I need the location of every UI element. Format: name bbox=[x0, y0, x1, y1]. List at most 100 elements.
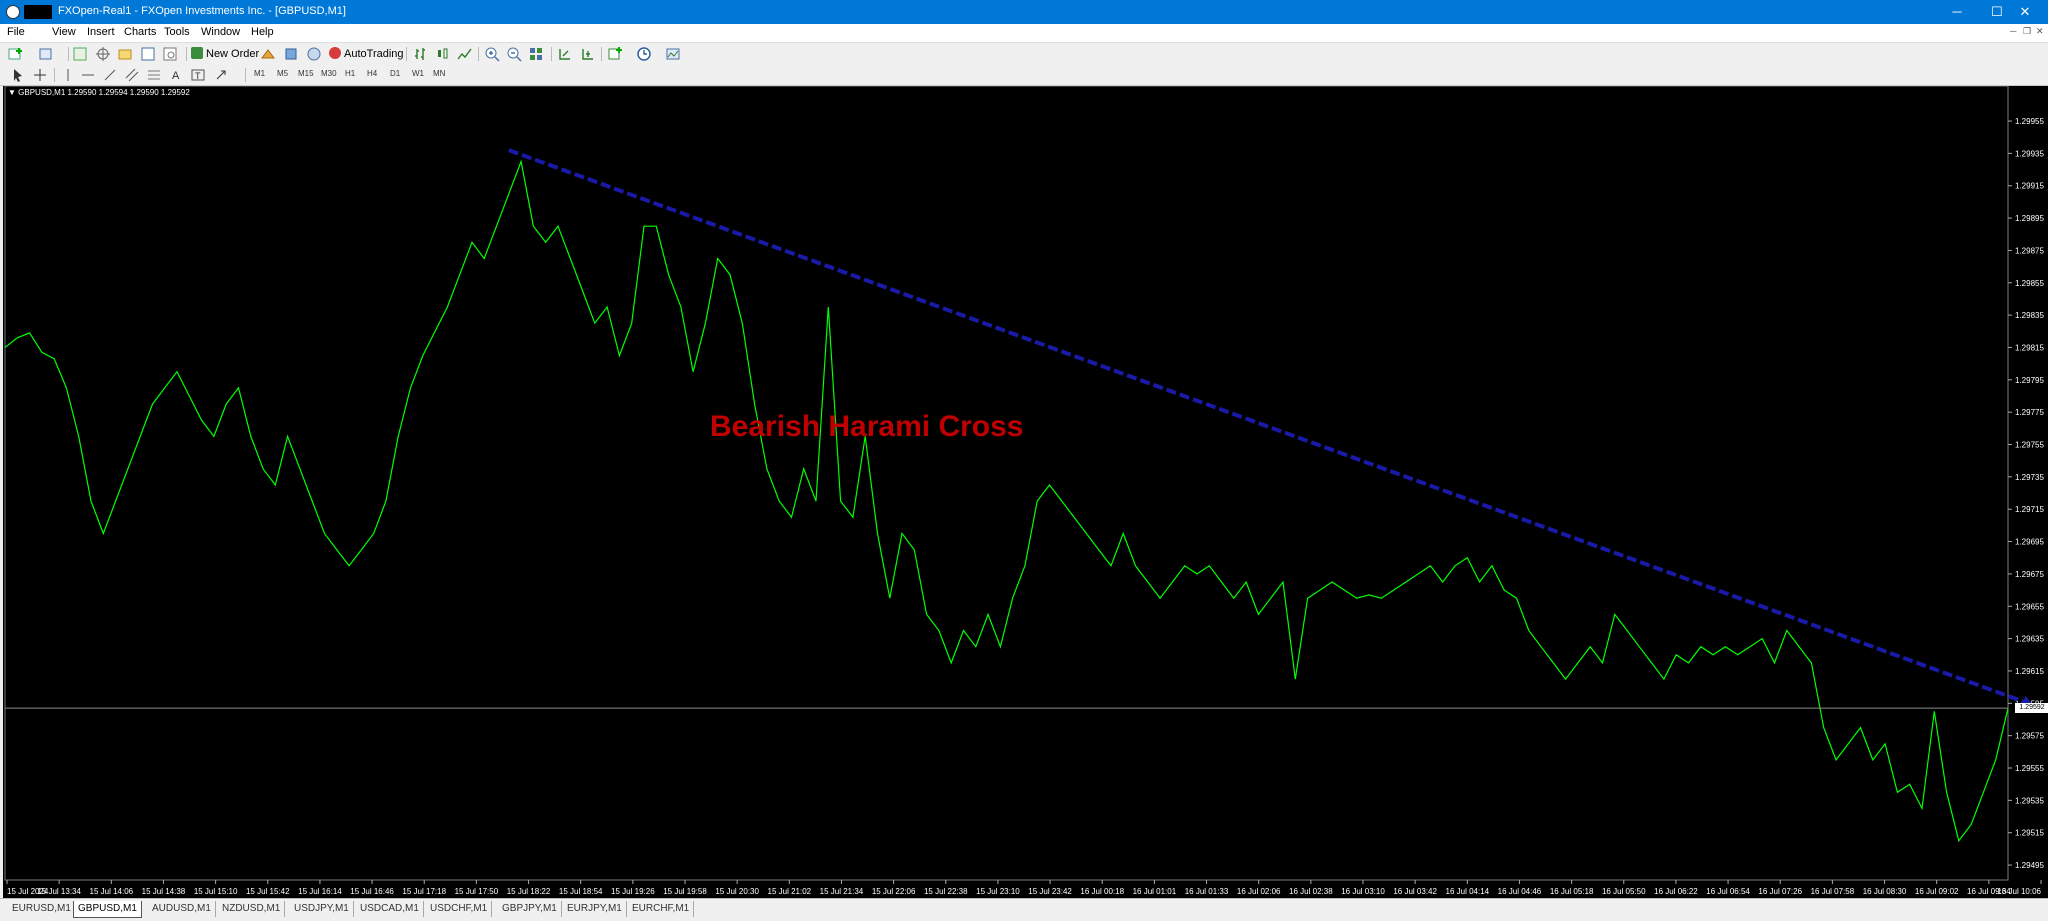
x-tick-label: 15 Jul 21:34 bbox=[820, 887, 864, 896]
x-tick-label: 16 Jul 06:54 bbox=[1706, 887, 1750, 896]
x-tick-label: 15 Jul 13:34 bbox=[37, 887, 81, 896]
x-tick-label: 15 Jul 23:10 bbox=[976, 887, 1020, 896]
separator bbox=[245, 68, 246, 82]
signals-icon[interactable] bbox=[260, 46, 276, 62]
profiles-icon[interactable] bbox=[38, 46, 54, 62]
bar-chart-icon[interactable] bbox=[413, 46, 429, 62]
menu-help[interactable]: Help bbox=[251, 26, 274, 38]
y-tick-label: 1.29535 bbox=[2015, 796, 2044, 805]
tab-eurusd[interactable]: EURUSD,M1 bbox=[8, 901, 76, 917]
chart-shift-icon[interactable] bbox=[580, 46, 596, 62]
new-order-label: New Order bbox=[206, 48, 260, 60]
x-tick-label: 15 Jul 19:26 bbox=[611, 887, 655, 896]
x-tick-label: 16 Jul 02:06 bbox=[1237, 887, 1281, 896]
trendline-icon[interactable] bbox=[102, 67, 118, 83]
y-tick-label: 1.29755 bbox=[2015, 441, 2044, 450]
text-tool-icon[interactable]: A bbox=[168, 67, 184, 83]
title-bar: FXOpen-Real1 - FXOpen Investments Inc. -… bbox=[0, 0, 2048, 24]
y-tick-label: 1.29515 bbox=[2015, 829, 2044, 838]
x-tick-label: 16 Jul 05:18 bbox=[1550, 887, 1594, 896]
periods-icon[interactable] bbox=[636, 46, 652, 62]
pattern-annotation[interactable]: Bearish Harami Cross bbox=[710, 410, 1023, 443]
tab-eurjpy[interactable]: EURJPY,M1 bbox=[563, 901, 627, 917]
zoom-out-icon[interactable] bbox=[506, 46, 522, 62]
fibonacci-icon[interactable] bbox=[146, 67, 162, 83]
close-button[interactable]: ✕ bbox=[2002, 0, 2048, 24]
equidistant-channel-icon[interactable] bbox=[124, 67, 140, 83]
indicators-icon[interactable] bbox=[607, 46, 623, 62]
menu-insert[interactable]: Insert bbox=[87, 26, 115, 38]
market-icon[interactable] bbox=[283, 46, 299, 62]
separator bbox=[54, 68, 55, 82]
tile-windows-icon[interactable] bbox=[528, 46, 544, 62]
chart-window[interactable]: ▼ GBPUSD,M1 1.29590 1.29594 1.29590 1.29… bbox=[3, 86, 2048, 898]
line-chart-icon[interactable] bbox=[457, 46, 473, 62]
candlestick-chart-icon[interactable] bbox=[435, 46, 451, 62]
tab-usdjpy[interactable]: USDJPY,M1 bbox=[290, 901, 354, 917]
tab-usdcad[interactable]: USDCAD,M1 bbox=[356, 901, 424, 917]
y-tick-label: 1.29915 bbox=[2015, 182, 2044, 191]
tab-gbpusd[interactable]: GBPUSD,M1 bbox=[73, 901, 142, 918]
mdi-close-icon[interactable]: ✕ bbox=[2036, 26, 2044, 37]
x-tick-label: 16 Jul 07:26 bbox=[1758, 887, 1802, 896]
vertical-line-icon[interactable] bbox=[60, 67, 76, 83]
y-tick-label: 1.29695 bbox=[2015, 538, 2044, 547]
timeframe-m5[interactable]: M5 bbox=[277, 69, 288, 78]
tab-eurchf[interactable]: EURCHF,M1 bbox=[628, 901, 695, 917]
x-tick-label: 16 Jul 01:33 bbox=[1185, 887, 1229, 896]
timeframe-m15[interactable]: M15 bbox=[298, 69, 314, 78]
menu-window[interactable]: Window bbox=[201, 26, 240, 38]
tab-gbpjpy[interactable]: GBPJPY,M1 bbox=[498, 901, 562, 917]
y-tick-label: 1.29575 bbox=[2015, 732, 2044, 741]
mdi-minimize-icon[interactable]: ─ bbox=[2010, 26, 2016, 36]
menu-view[interactable]: View bbox=[52, 26, 76, 38]
menu-tools[interactable]: Tools bbox=[164, 26, 190, 38]
templates-icon[interactable] bbox=[665, 46, 681, 62]
vps-icon[interactable] bbox=[306, 46, 322, 62]
tab-audusd[interactable]: AUDUSD,M1 bbox=[148, 901, 216, 917]
x-tick-label: 16 Jul 07:58 bbox=[1811, 887, 1855, 896]
timeframe-h1[interactable]: H1 bbox=[345, 69, 355, 78]
tab-nzdusd[interactable]: NZDUSD,M1 bbox=[218, 901, 286, 917]
new-order-icon bbox=[191, 47, 203, 59]
terminal-icon[interactable] bbox=[140, 46, 156, 62]
timeframe-h4[interactable]: H4 bbox=[367, 69, 377, 78]
timeframe-w1[interactable]: W1 bbox=[412, 69, 424, 78]
price-chart[interactable]: 1.29955 1.29935 1.29915 1.29895 1.29875 1.298… bbox=[3, 86, 2048, 898]
text-label-icon[interactable]: T bbox=[190, 67, 206, 83]
y-tick-label: 1.29775 bbox=[2015, 408, 2044, 417]
x-tick-label: 15 Jul 15:42 bbox=[246, 887, 290, 896]
timeframe-m30[interactable]: M30 bbox=[321, 69, 337, 78]
navigator-icon[interactable] bbox=[117, 46, 133, 62]
crosshair-icon[interactable] bbox=[32, 67, 48, 83]
chart-tabs: EURUSD,M1 GBPUSD,M1 AUDUSD,M1 NZDUSD,M1 … bbox=[0, 898, 2048, 921]
cursor-icon[interactable] bbox=[10, 67, 26, 83]
x-tick-label: 16 Jul 09:02 bbox=[1915, 887, 1959, 896]
timeframe-d1[interactable]: D1 bbox=[390, 69, 400, 78]
arrow-objects-icon[interactable] bbox=[214, 67, 230, 83]
mdi-restore-icon[interactable]: ❐ bbox=[2023, 26, 2031, 37]
tab-usdchf[interactable]: USDCHF,M1 bbox=[426, 901, 493, 917]
y-tick-label: 1.29735 bbox=[2015, 473, 2044, 482]
new-chart-icon[interactable] bbox=[8, 46, 24, 62]
timeframe-m1[interactable]: M1 bbox=[254, 69, 265, 78]
new-order-button[interactable]: New Order bbox=[191, 46, 259, 62]
menu-file[interactable]: File bbox=[7, 26, 25, 38]
autotrading-button[interactable]: AutoTrading bbox=[329, 46, 404, 62]
separator bbox=[186, 47, 187, 61]
market-watch-icon[interactable] bbox=[72, 46, 88, 62]
menu-charts[interactable]: Charts bbox=[124, 26, 156, 38]
app-icon[interactable] bbox=[6, 5, 20, 19]
x-tick-label: 16 Jul 04:14 bbox=[1446, 887, 1490, 896]
horizontal-line-icon[interactable] bbox=[80, 67, 96, 83]
main-toolbar: New Order AutoTrading 1 bbox=[0, 43, 2048, 103]
y-tick-label: 1.29895 bbox=[2015, 214, 2044, 223]
y-tick-label: 1.29935 bbox=[2015, 149, 2044, 158]
x-tick-label: 15 Jul 21:02 bbox=[768, 887, 812, 896]
timeframe-mn[interactable]: MN bbox=[433, 69, 445, 78]
zoom-in-icon[interactable] bbox=[484, 46, 500, 62]
separator bbox=[68, 47, 69, 61]
strategy-tester-icon[interactable] bbox=[162, 46, 178, 62]
auto-scroll-icon[interactable] bbox=[557, 46, 573, 62]
data-window-icon[interactable] bbox=[95, 46, 111, 62]
